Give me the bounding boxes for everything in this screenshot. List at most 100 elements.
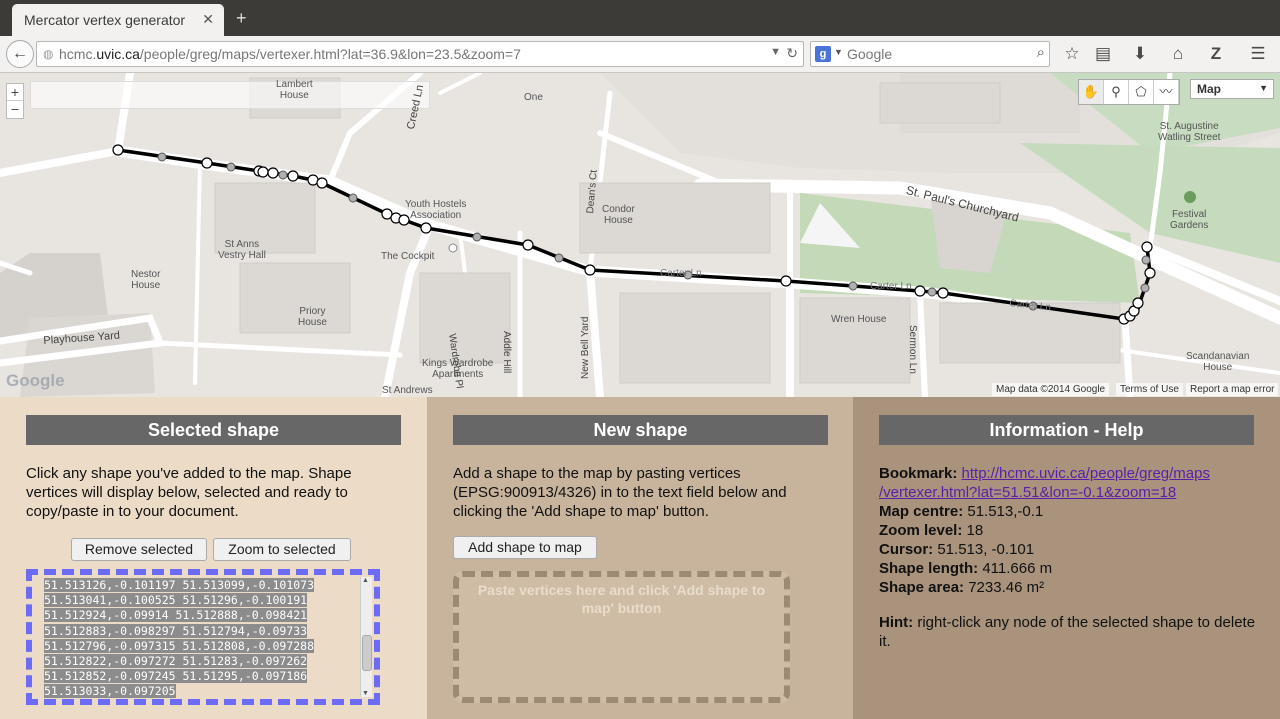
label-lambert-house: Lambert House bbox=[276, 79, 313, 101]
hint-text: right-click any node of the selected sha… bbox=[879, 614, 1256, 650]
new-shape-panel: New shape Add a shape to the map by past… bbox=[427, 397, 853, 719]
url-bar[interactable]: ◍ hcmc.uvic.ca/people/greg/maps/vertexer… bbox=[36, 41, 804, 67]
vertex-line: 51.512822,-0.097272 51.51283,-0.097262 bbox=[44, 654, 308, 669]
label-st-anns: St Anns Vestry Hall bbox=[218, 239, 266, 261]
scroll-thumb[interactable] bbox=[362, 635, 372, 671]
report-map-error-link[interactable]: Report a map error bbox=[1186, 383, 1279, 396]
reading-list-icon[interactable]: ▤ bbox=[1091, 42, 1115, 66]
google-logo: Google bbox=[6, 371, 65, 390]
search-icon[interactable]: ⌕ bbox=[1037, 44, 1045, 61]
info-help-panel: Information - Help Bookmark: http://hcmc… bbox=[853, 397, 1280, 719]
url-dropdown-icon[interactable]: ▼ bbox=[770, 46, 781, 58]
map-type-value: Map bbox=[1197, 82, 1221, 96]
back-button[interactable]: ← bbox=[6, 40, 34, 68]
textarea-scrollbar[interactable]: ▲ ▼ bbox=[360, 577, 372, 697]
street-carter-ln-1: Carter Ln bbox=[660, 268, 702, 279]
new-tab-button[interactable]: + bbox=[236, 8, 247, 29]
map-canvas[interactable]: + − ✋ ⚲ ⬠ 〰 Map ▼ Lambert House One St. … bbox=[0, 73, 1280, 397]
label-condor-house: Condor House bbox=[602, 204, 635, 226]
cursor-value: 51.513, -0.101 bbox=[937, 541, 1035, 558]
zoom-level-label: Zoom level: bbox=[879, 522, 963, 539]
street-carter-ln-2: Carter Ln bbox=[870, 281, 912, 292]
bookmark-label: Bookmark: bbox=[879, 465, 958, 482]
selected-shape-instructions: Click any shape you've added to the map.… bbox=[26, 465, 352, 520]
vertex-line: 51.513126,-0.101197 51.513099,-0.101073 bbox=[44, 578, 315, 592]
new-shape-title: New shape bbox=[453, 415, 828, 445]
drawing-toolbar: ✋ ⚲ ⬠ 〰 bbox=[1078, 79, 1180, 105]
title-bar: Mercator vertex generator ✕ + bbox=[0, 0, 1280, 36]
engine-dropdown-icon[interactable]: ▼ bbox=[834, 47, 843, 57]
new-vertices-textarea[interactable]: Paste vertices here and click 'Add shape… bbox=[453, 571, 790, 703]
label-scandanavian-house: Scandanavian House bbox=[1186, 351, 1250, 373]
zoom-level-value: 18 bbox=[966, 522, 984, 539]
menu-icon[interactable]: ☰ bbox=[1246, 42, 1270, 66]
url-host: uvic.ca bbox=[96, 46, 140, 62]
reload-icon[interactable]: ↻ bbox=[786, 45, 798, 62]
google-engine-icon[interactable]: g bbox=[815, 46, 831, 62]
terms-of-use-link[interactable]: Terms of Use bbox=[1116, 383, 1183, 396]
map-type-select[interactable]: Map ▼ bbox=[1190, 79, 1274, 99]
map-data-attribution: Map data ©2014 Google bbox=[992, 383, 1110, 396]
tab-title: Mercator vertex generator bbox=[24, 12, 186, 28]
vertex-line: 51.513033,-0.097205 bbox=[44, 684, 176, 699]
label-youth-hostels: Youth Hostels Association bbox=[405, 199, 467, 221]
hand-icon[interactable]: ✋ bbox=[1079, 80, 1104, 104]
zoom-control: + − bbox=[6, 83, 24, 119]
map-base bbox=[0, 73, 1280, 397]
label-wren-house: Wren House bbox=[831, 314, 887, 325]
vertex-line: 51.513041,-0.100525 51.51296,-0.100191 bbox=[44, 593, 308, 608]
info-content: Bookmark: http://hcmc.uvic.ca/people/gre… bbox=[879, 464, 1259, 651]
new-shape-instructions: Add a shape to the map by pasting vertic… bbox=[453, 465, 787, 520]
polygon-icon[interactable]: ⬠ bbox=[1129, 80, 1154, 104]
label-st-augustine: St. Augustine Watling Street bbox=[1158, 121, 1221, 143]
hint-label: Hint: bbox=[879, 614, 914, 631]
vertex-line: 51.512883,-0.098297 51.512794,-0.09733 bbox=[44, 623, 308, 638]
street-new-bell-yard: New Bell Yard bbox=[580, 316, 591, 379]
tab-mercator-vertex-generator[interactable]: Mercator vertex generator ✕ bbox=[12, 4, 224, 36]
shape-area-value: 7233.46 m² bbox=[968, 579, 1045, 596]
selected-shape-title: Selected shape bbox=[26, 415, 401, 445]
zoom-out-button[interactable]: − bbox=[7, 101, 23, 118]
search-bar[interactable]: g ▼ Google ⌕ bbox=[810, 41, 1050, 67]
home-icon[interactable]: ⌂ bbox=[1166, 42, 1190, 66]
label-nestor-house: Nestor House bbox=[131, 269, 161, 291]
map-centre-label: Map centre: bbox=[879, 503, 964, 520]
selected-shape-panel: Selected shape Click any shape you've ad… bbox=[0, 397, 427, 719]
cursor-label: Cursor: bbox=[879, 541, 934, 558]
close-tab-icon[interactable]: ✕ bbox=[202, 11, 214, 28]
info-help-title: Information - Help bbox=[879, 415, 1254, 445]
globe-icon: ◍ bbox=[43, 47, 54, 61]
bookmark-star-icon[interactable]: ☆ bbox=[1060, 42, 1084, 66]
scroll-down-icon[interactable]: ▼ bbox=[362, 690, 369, 697]
polyline-icon[interactable]: 〰 bbox=[1154, 80, 1179, 104]
street-sermon-ln: Sermon Ln bbox=[907, 325, 918, 374]
marker-icon[interactable]: ⚲ bbox=[1104, 80, 1129, 104]
zoom-in-button[interactable]: + bbox=[7, 84, 23, 101]
shape-area-label: Shape area: bbox=[879, 579, 965, 596]
vertex-line: 51.512852,-0.097245 51.51295,-0.097186 bbox=[44, 669, 308, 684]
label-priory-house: Priory House bbox=[298, 306, 327, 328]
add-shape-button[interactable]: Add shape to map bbox=[453, 536, 597, 559]
vertex-line: 51.512796,-0.097315 51.512808,-0.097288 bbox=[44, 638, 315, 653]
label-st-andrews: St Andrews bbox=[382, 385, 433, 396]
map-overlay-box bbox=[30, 81, 430, 109]
chevron-down-icon: ▼ bbox=[1259, 83, 1268, 93]
navigation-bar: ← ◍ hcmc.uvic.ca/people/greg/maps/vertex… bbox=[0, 36, 1280, 73]
zoom-to-selected-button[interactable]: Zoom to selected bbox=[213, 538, 351, 561]
label-one: One bbox=[524, 92, 543, 103]
bookmark-url-line2[interactable]: /vertexer.html?lat=51.51&lon=-0.1&zoom=1… bbox=[879, 484, 1176, 501]
scroll-up-icon[interactable]: ▲ bbox=[362, 577, 369, 584]
street-addle-hill: Addle Hill bbox=[501, 331, 512, 374]
shape-length-label: Shape length: bbox=[879, 560, 979, 577]
selected-vertices-textarea[interactable]: 51.513126,-0.101197 51.513099,-0.101073 … bbox=[26, 569, 380, 705]
vertex-list: 51.513126,-0.101197 51.513099,-0.101073 … bbox=[32, 575, 374, 699]
remove-selected-button[interactable]: Remove selected bbox=[71, 538, 207, 561]
label-the-cockpit: The Cockpit bbox=[381, 251, 435, 262]
map-centre-value: 51.513,-0.1 bbox=[967, 503, 1044, 520]
bookmark-url-line1[interactable]: http://hcmc.uvic.ca/people/greg/maps bbox=[962, 465, 1210, 482]
vertex-line: 51.512924,-0.09914 51.512888,-0.098421 bbox=[44, 608, 308, 623]
search-placeholder: Google bbox=[847, 46, 893, 62]
url-path: /people/greg/maps/vertexer.html?lat=36.9… bbox=[139, 46, 521, 62]
zotero-icon[interactable]: Z bbox=[1204, 42, 1228, 66]
download-icon[interactable]: ⬇ bbox=[1128, 42, 1152, 66]
